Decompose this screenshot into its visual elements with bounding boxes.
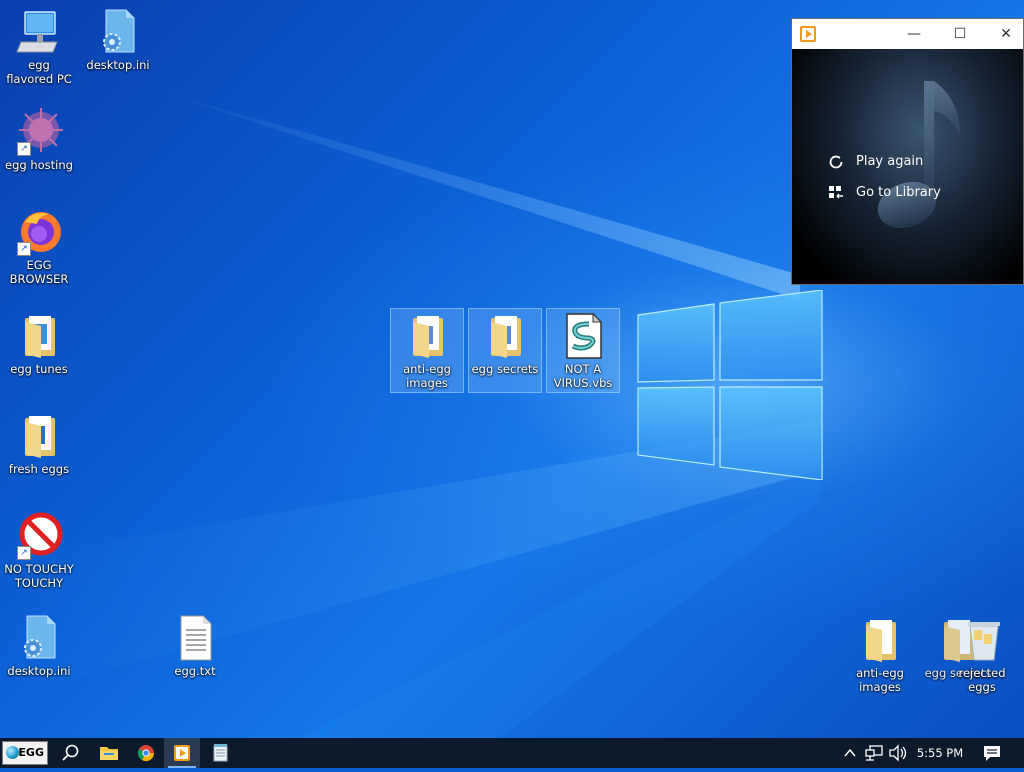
desktop-icon-egg-txt[interactable]: egg.txt: [159, 614, 231, 678]
desktop-icon-label: anti-egg images: [403, 362, 451, 390]
taskbar-clock[interactable]: 5:55 PM: [910, 738, 970, 768]
window-titlebar[interactable]: — ☐ ✕: [792, 19, 1023, 49]
replay-icon: [828, 154, 844, 170]
taskbar: EGG 5:55 PM: [0, 738, 1024, 768]
volume-button[interactable]: [886, 738, 910, 768]
desktop-icon-fresh-eggs[interactable]: fresh eggs: [3, 412, 75, 476]
desktop-icon-desktop-ini-2[interactable]: desktop.ini: [3, 614, 75, 678]
desktop-icon-label: NOT A VIRUS.vbs: [553, 362, 613, 390]
shortcut-arrow-icon: ↗: [17, 242, 31, 256]
search-button[interactable]: [52, 738, 88, 768]
player-content: Play again Go to Library: [792, 49, 1023, 284]
firefox-icon: ↗: [15, 208, 63, 256]
notepad-button[interactable]: [202, 738, 238, 768]
file-explorer-button[interactable]: [91, 738, 127, 768]
go-to-library-label: Go to Library: [856, 185, 941, 200]
desktop-icon-anti-egg-images[interactable]: anti-egg images: [390, 308, 464, 393]
start-button[interactable]: EGG: [2, 741, 48, 765]
maximize-button[interactable]: ☐: [937, 19, 983, 49]
action-center-button[interactable]: [978, 738, 1006, 768]
folder-icon: [100, 747, 118, 760]
folder-icon: [403, 312, 451, 360]
desktop-icon-label: egg.txt: [174, 664, 216, 678]
folder-icon: [856, 616, 904, 664]
start-label: EGG: [18, 746, 44, 759]
settings-file-icon: [15, 614, 63, 662]
media-player-icon: [800, 26, 816, 42]
desktop-icon-label: fresh eggs: [8, 462, 70, 476]
network-button[interactable]: [862, 738, 886, 768]
chrome-icon: [137, 745, 155, 762]
notepad-icon: [213, 744, 228, 762]
network-icon: [865, 745, 883, 761]
play-again-label: Play again: [856, 154, 924, 169]
desktop-icon-label: egg tunes: [10, 362, 68, 376]
play-again-button[interactable]: Play again: [829, 153, 924, 171]
desktop-icon-label: egg flavored PC: [6, 58, 72, 86]
media-player-taskbar-button[interactable]: [164, 738, 200, 768]
media-player-window[interactable]: — ☐ ✕ Play again Go to Library: [791, 18, 1024, 285]
desktop-icon-label: desktop.ini: [86, 58, 150, 72]
chevron-up-icon: [844, 748, 856, 757]
settings-file-icon: [94, 8, 142, 56]
desktop-icon-label: EGG BROWSER: [9, 258, 69, 286]
search-icon: [62, 744, 79, 761]
media-player-icon: [174, 745, 190, 761]
show-hidden-icons-button[interactable]: [840, 738, 860, 768]
go-to-library-button[interactable]: Go to Library: [829, 184, 941, 202]
globe-network-icon: ↗: [15, 108, 63, 156]
desktop-icon-label: rejected eggs: [958, 666, 1006, 694]
desktop-icon-label: anti-egg images: [856, 666, 904, 694]
desktop-icon-not-a-virus-vbs[interactable]: NOT A VIRUS.vbs: [546, 308, 620, 393]
desktop-icon-egg-hosting[interactable]: ↗ egg hosting: [3, 108, 75, 172]
desktop-icon-label: NO TOUCHY TOUCHY: [4, 562, 74, 590]
action-center-icon: [984, 746, 1000, 761]
desktop-icon-desktop-ini[interactable]: desktop.ini: [82, 8, 154, 72]
desktop-icon-egg-tunes[interactable]: egg tunes: [3, 312, 75, 376]
text-file-icon: [171, 614, 219, 662]
library-icon: [828, 185, 844, 201]
chrome-button[interactable]: [128, 738, 164, 768]
desktop-icon-egg-flavored-pc[interactable]: egg flavored PC: [3, 8, 75, 86]
desktop-icon-egg-secrets[interactable]: egg secrets: [468, 308, 542, 393]
close-button[interactable]: ✕: [983, 19, 1024, 49]
desktop-icon-rejected-eggs[interactable]: rejected eggs: [946, 616, 1018, 694]
prohibited-icon: ↗: [15, 512, 63, 560]
recycle-bin-icon: [958, 616, 1006, 664]
folder-icon: [481, 312, 529, 360]
desktop-icon-label: desktop.ini: [7, 664, 71, 678]
vbscript-icon: [559, 312, 607, 360]
desktop-icon-label: egg secrets: [471, 362, 539, 376]
shortcut-arrow-icon: ↗: [17, 546, 31, 560]
folder-icon: [15, 312, 63, 360]
volume-icon: [889, 744, 907, 762]
desktop[interactable]: egg flavored PC desktop.ini ↗ egg hostin…: [0, 0, 1024, 738]
folder-icon: [15, 412, 63, 460]
desktop-icon-no-touchy-touchy[interactable]: ↗ NO TOUCHY TOUCHY: [3, 512, 75, 590]
windows-logo: [637, 290, 823, 480]
computer-icon: [15, 8, 63, 56]
shortcut-arrow-icon: ↗: [17, 142, 31, 156]
start-orb-icon: [6, 746, 19, 759]
desktop-icon-anti-egg-images-2[interactable]: anti-egg images: [844, 616, 916, 694]
desktop-icon-label: egg hosting: [5, 158, 73, 172]
minimize-button[interactable]: —: [891, 19, 937, 49]
desktop-icon-egg-browser[interactable]: ↗ EGG BROWSER: [3, 208, 75, 286]
